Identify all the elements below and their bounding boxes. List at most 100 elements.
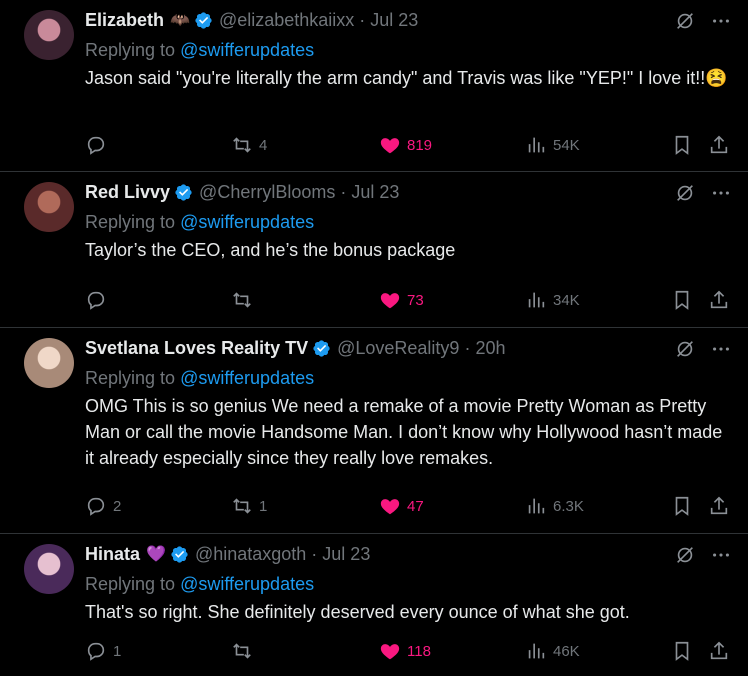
separator-dot: · [464,337,471,358]
bookmark-icon [675,496,689,516]
bookmark-button[interactable] [671,639,693,663]
retweet-button[interactable] [231,288,259,312]
reply-count: 2 [113,497,122,515]
mention-link[interactable]: @swifferupdates [180,368,314,388]
retweet-count: 4 [259,136,268,154]
mention-link[interactable]: @swifferupdates [180,212,314,232]
reply-button[interactable] [85,288,113,312]
reply-icon [87,291,105,310]
grok-icon[interactable] [674,544,696,566]
tweet-text: OMG This is so genius We need a remake o… [85,396,723,468]
replying-to: Replying to @swifferupdates [85,210,732,234]
bookmark-icon [675,290,689,310]
handle[interactable]: @LoveReality9 [337,338,459,359]
views-button[interactable]: 46K [525,639,580,663]
avatar[interactable] [24,10,74,60]
display-name[interactable]: Red Livvy [85,182,170,203]
more-icon[interactable] [710,10,732,32]
tweet-header: Elizabeth 🦇 @elizabethkaiixx · Jul 23 [85,8,732,32]
display-name[interactable]: Hinata [85,544,140,565]
share-button[interactable] [708,133,730,157]
verified-badge-icon [313,339,330,357]
heart-icon [380,138,400,154]
mention-link[interactable]: @swifferupdates [180,40,314,60]
replies-feed: Elizabeth 🦇 @elizabethkaiixx · Jul 23 Re… [0,0,748,676]
tweet[interactable]: Red Livvy @CherrylBlooms · Jul 23 Replyi… [0,172,748,328]
reply-icon [87,642,105,661]
view-count: 46K [553,642,580,660]
avatar[interactable] [24,544,74,594]
replying-to-label: Replying to [85,574,176,594]
views-button[interactable]: 6.3K [525,494,584,518]
handle[interactable]: @CherrylBlooms [199,182,335,203]
grok-icon[interactable] [674,182,696,204]
bookmark-button[interactable] [671,133,693,157]
retweet-button[interactable]: 4 [231,133,267,157]
tweet-text: Taylor’s the CEO, and he’s the bonus pac… [85,240,456,260]
handle[interactable]: @elizabethkaiixx [219,10,354,31]
grok-icon[interactable] [674,10,696,32]
reply-icon [87,136,105,155]
timestamp[interactable]: Jul 23 [322,544,370,565]
view-count: 6.3K [553,497,584,515]
avatar[interactable] [24,338,74,388]
reply-count: 1 [113,642,122,660]
verified-badge-icon [195,11,212,29]
bookmark-button[interactable] [671,494,693,518]
reply-icon [87,497,105,516]
like-button[interactable]: 73 [379,288,424,312]
separator-dot: · [340,181,347,202]
reply-button[interactable]: 1 [85,639,121,663]
views-icon [528,498,545,514]
tweet[interactable]: Svetlana Loves Reality TV @LoveReality9 … [0,328,748,534]
like-count: 47 [407,497,424,515]
timestamp[interactable]: Jul 23 [351,182,399,203]
tweet-header: Red Livvy @CherrylBlooms · Jul 23 [85,180,732,204]
replying-to: Replying to @swifferupdates [85,38,732,62]
tweet-actions: 2 1 47 6.3K [85,494,732,518]
display-name[interactable]: Svetlana Loves Reality TV [85,338,308,359]
views-button[interactable]: 54K [525,133,580,157]
tweet-header: Hinata 💜 @hinataxgoth · Jul 23 [85,542,732,566]
more-icon[interactable] [710,544,732,566]
retweet-button[interactable]: 1 [231,494,267,518]
tweet-text: Jason said "you're literally the arm can… [85,68,728,88]
bookmark-icon [675,641,689,661]
heart-icon [380,644,400,660]
tweet-text: That's so right. She definitely deserved… [85,602,630,622]
more-icon[interactable] [710,182,732,204]
tweet-actions: 73 34K [85,288,732,312]
views-icon [528,292,545,308]
replying-to-label: Replying to [85,368,176,388]
view-count: 54K [553,136,580,154]
share-button[interactable] [708,494,730,518]
share-icon [710,641,728,660]
separator-dot: · [359,9,366,30]
avatar[interactable] [24,182,74,232]
mention-link[interactable]: @swifferupdates [180,574,314,594]
handle[interactable]: @hinataxgoth [195,544,306,565]
tweet[interactable]: Hinata 💜 @hinataxgoth · Jul 23 Replying … [0,534,748,676]
like-button[interactable]: 118 [379,639,431,663]
more-icon[interactable] [710,338,732,360]
bookmark-icon [675,135,689,155]
share-button[interactable] [708,288,730,312]
replying-to-label: Replying to [85,212,176,232]
retweet-button[interactable] [231,639,259,663]
reply-button[interactable] [85,133,113,157]
reply-button[interactable]: 2 [85,494,121,518]
replying-to: Replying to @swifferupdates [85,572,732,596]
timestamp[interactable]: 20h [475,338,505,359]
bookmark-button[interactable] [671,288,693,312]
grok-icon[interactable] [674,338,696,360]
timestamp[interactable]: Jul 23 [370,10,418,31]
tweet[interactable]: Elizabeth 🦇 @elizabethkaiixx · Jul 23 Re… [0,0,748,172]
like-button[interactable]: 47 [379,494,424,518]
share-button[interactable] [708,639,730,663]
separator-dot: · [311,543,318,564]
views-button[interactable]: 34K [525,288,580,312]
replying-to: Replying to @swifferupdates [85,366,732,390]
like-button[interactable]: 819 [379,133,432,157]
verified-badge-icon [171,545,188,563]
display-name[interactable]: Elizabeth [85,10,164,31]
